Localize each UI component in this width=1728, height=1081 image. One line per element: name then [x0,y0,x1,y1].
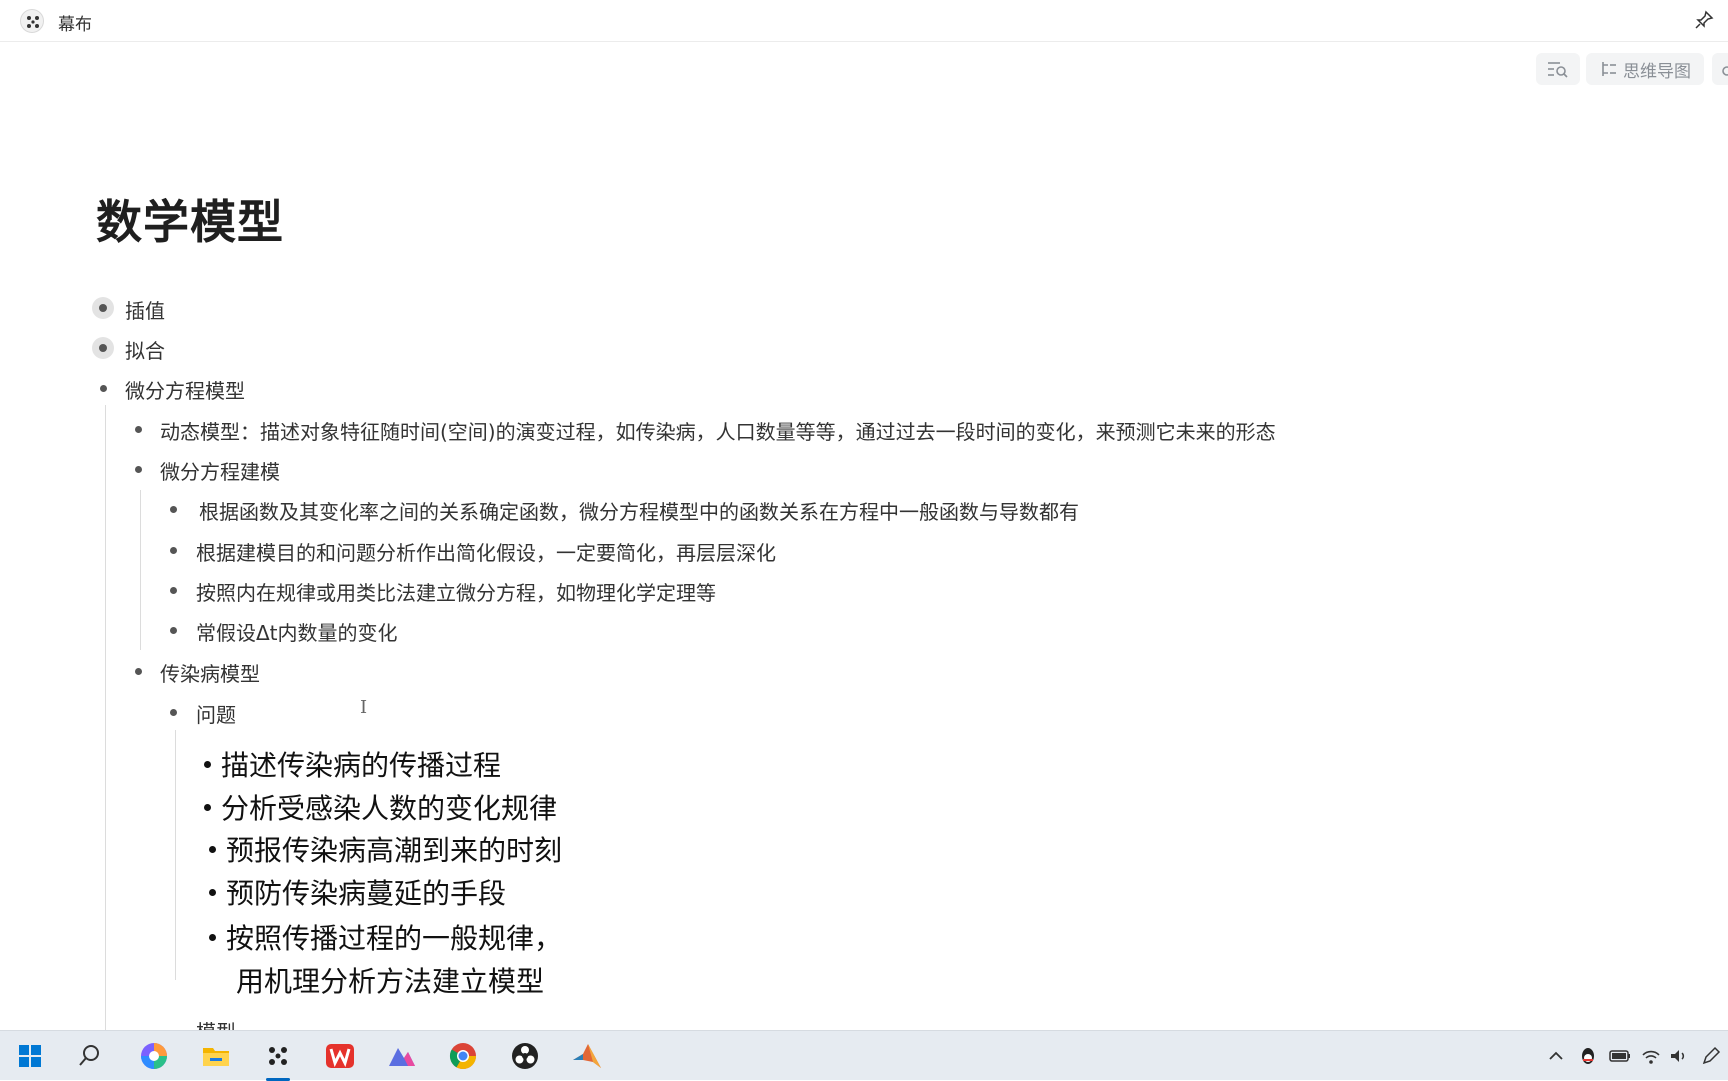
outline-node[interactable]: 拟合 [125,335,165,364]
windows-start-icon[interactable] [14,1040,46,1072]
bullet[interactable] [170,547,177,554]
list-search-icon [1548,62,1568,78]
bullet[interactable] [135,466,142,473]
battery-icon[interactable] [1608,1046,1632,1066]
outline-guide [175,730,176,980]
mubu-app-icon[interactable] [262,1040,294,1081]
outline-guide [105,405,106,1030]
outline-node[interactable]: 根据函数及其变化率之间的关系确定函数，微分方程模型中的函数关系在方程中一般函数与… [199,496,1079,525]
text-cursor-icon: I [360,697,368,718]
file-explorer-icon[interactable] [200,1040,232,1072]
outline-node[interactable]: 传染病模型 [160,658,260,687]
pen-icon[interactable] [1700,1046,1722,1066]
collapsed-bullet[interactable] [92,337,114,359]
outline-node[interactable]: 按照内在规律或用类比法建立微分方程，如物理化学定理等 [196,577,716,606]
mindmap-button[interactable]: 思维导图 [1586,53,1704,85]
image-line: 分析受感染人数的变化规律 [204,787,557,827]
bullet[interactable] [170,627,177,634]
outline-node[interactable]: 微分方程模型 [125,375,245,404]
wifi-icon[interactable] [1640,1046,1662,1066]
qq-icon[interactable] [1578,1046,1598,1066]
chevron-up-icon[interactable] [1546,1046,1566,1066]
wps-office-icon[interactable] [324,1040,356,1072]
search-icon[interactable] [74,1040,106,1072]
outline-node[interactable]: 微分方程建模 [160,456,280,485]
edraw-icon[interactable] [386,1040,418,1072]
copilot-icon[interactable] [138,1040,170,1072]
mindmap-icon [1602,62,1616,76]
bullet[interactable] [170,709,177,716]
mubu-logo-icon [20,9,44,33]
obs-icon[interactable] [509,1040,541,1072]
bullet[interactable] [100,385,107,392]
share-button[interactable] [1712,53,1728,85]
outline-guide [140,490,141,650]
bullet[interactable] [135,668,142,675]
outline-node[interactable]: 常假设Δt内数量的变化 [196,617,398,646]
search-outline-button[interactable] [1536,53,1580,85]
window-title: 幕布 [58,15,92,35]
mindmap-label: 思维导图 [1623,61,1691,82]
image-line: 用机理分析方法建立模型 [236,965,545,998]
outline-node[interactable]: 模型 [196,1016,236,1030]
image-line: 描述传染病的传播过程 [204,744,501,784]
image-line: 预防传染病蔓延的手段 [209,872,506,912]
outline-node[interactable]: 问题 [196,699,236,728]
outline-node[interactable]: 插值 [125,295,165,324]
image-line: 按照传播过程的一般规律， [209,917,562,957]
bullet[interactable] [135,426,142,433]
bullet[interactable] [170,587,177,594]
collapsed-bullet[interactable] [92,297,114,319]
link-icon [1722,66,1728,76]
image-line: 预报传染病高潮到来的时刻 [209,829,562,869]
windows-taskbar [0,1030,1728,1081]
window-titlebar: 幕布 [0,0,1728,42]
document-title: 数学模型 [96,195,284,249]
chrome-icon[interactable] [447,1040,479,1072]
pin-icon[interactable] [1694,10,1714,30]
matlab-icon[interactable] [571,1040,603,1072]
volume-icon[interactable] [1668,1046,1690,1066]
embedded-image[interactable]: 描述传染病的传播过程 分析受感染人数的变化规律 预报传染病高潮到来的时刻 预防传… [196,737,596,1007]
outline-node[interactable]: 动态模型：描述对象特征随时间(空间)的演变过程，如传染病，人口数量等等，通过过去… [160,416,1276,445]
outline-node[interactable]: 根据建模目的和问题分析作出简化假设，一定要简化，再层层深化 [196,537,776,566]
bullet[interactable] [170,506,177,513]
